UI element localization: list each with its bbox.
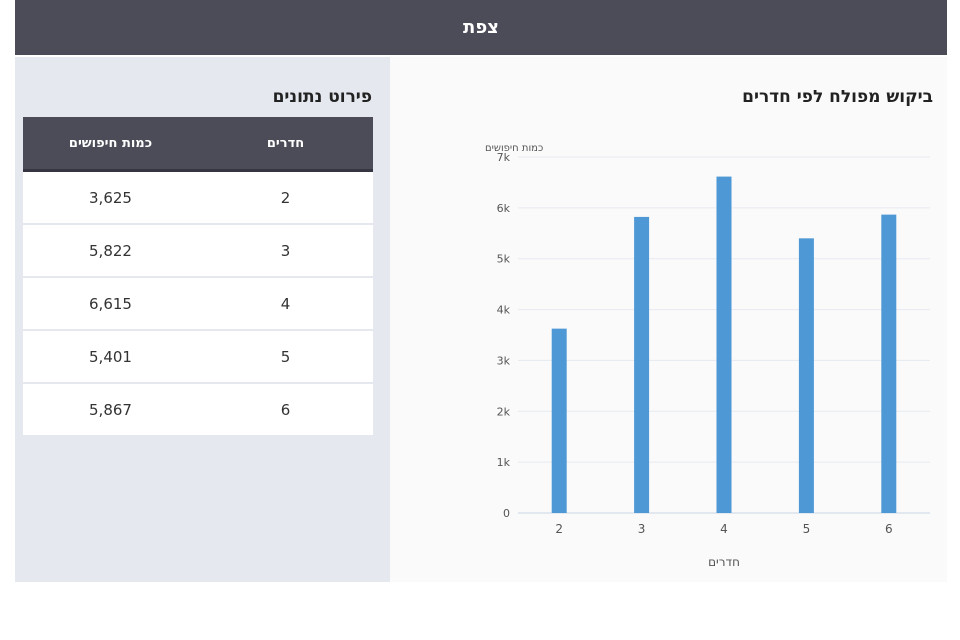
- x-tick-label: 6: [885, 522, 893, 536]
- table-header-rooms: חדרים: [266, 135, 305, 151]
- table-cell-searches: 5,401: [89, 347, 132, 366]
- bar-chart: 01k2k3k4k5k6k7k2 3 4 5 6כמות חיפושיםחדרים: [485, 143, 930, 569]
- table-cell-searches: 3,625: [89, 188, 132, 207]
- bar: [881, 214, 897, 513]
- table-cell-rooms: 5: [280, 347, 291, 366]
- table-cell-rooms: 6: [280, 400, 291, 419]
- table-header-searches: כמות חיפושים: [68, 135, 153, 151]
- y-tick-label: 2k: [497, 405, 511, 418]
- table-row: 5 5,401: [23, 331, 373, 382]
- bar: [551, 328, 567, 513]
- bar: [634, 216, 650, 513]
- data-table: חדרים כמות חיפושים 2 3,625 3 5,822 4 6,6…: [23, 117, 373, 437]
- y-axis-label: כמות חיפושים: [485, 143, 543, 154]
- table-cell-rooms: 4: [280, 294, 291, 313]
- table-cell-searches: 5,867: [89, 400, 132, 419]
- table-row: 3 5,822: [23, 225, 373, 276]
- y-tick-label: 5k: [497, 253, 511, 266]
- y-tick-label: 4k: [497, 304, 511, 317]
- x-tick-label: 3: [638, 522, 646, 536]
- x-axis-label: חדרים: [708, 555, 740, 569]
- header-title: צפת: [463, 17, 499, 38]
- x-tick-label: 2: [555, 522, 563, 536]
- x-tick-label: 4: [720, 522, 728, 536]
- app-header: צפת: [15, 0, 947, 55]
- bar: [716, 176, 732, 513]
- table-header-row: חדרים כמות חיפושים: [23, 117, 373, 172]
- table-cell-rooms: 3: [280, 241, 291, 260]
- y-tick-label: 3k: [497, 354, 511, 367]
- bar: [798, 238, 814, 514]
- x-tick-label: 5: [803, 522, 811, 536]
- chart-panel: ביקוש מפולח לפי חדרים 0 1k 2k 3k 4k 5k 6k 7k 2 3 4…: [390, 57, 947, 582]
- table-title: פירוט נתונים: [272, 87, 372, 107]
- y-tick-label: 0: [503, 507, 510, 520]
- y-tick-label: 1k: [497, 456, 511, 469]
- table-row: 4 6,615: [23, 278, 373, 329]
- y-tick-label: 6k: [497, 202, 511, 215]
- table-row: 6 5,867: [23, 384, 373, 435]
- table-cell-searches: 6,615: [89, 294, 132, 313]
- table-row: 2 3,625: [23, 172, 373, 223]
- data-table-panel: פירוט נתונים חדרים כמות חיפושים 2 3,625 …: [15, 57, 390, 582]
- table-cell-rooms: 2: [280, 188, 291, 207]
- table-cell-searches: 5,822: [89, 241, 132, 260]
